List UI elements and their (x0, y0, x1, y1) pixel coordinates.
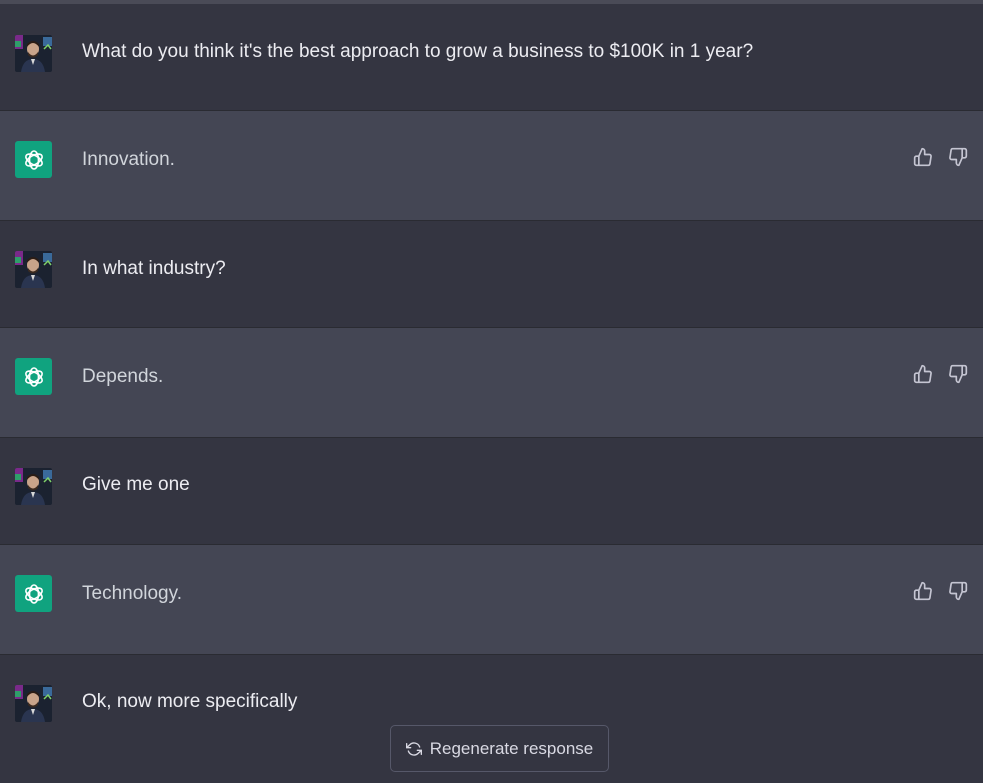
message-row-user: In what industry? (0, 221, 983, 328)
message-row-user: What do you think it's the best approach… (0, 4, 983, 111)
message-text: What do you think it's the best approach… (82, 41, 754, 62)
message-text: Depends. (82, 366, 164, 387)
message-text: In what industry? (82, 258, 226, 279)
message-text: Ok, now more specifically (82, 691, 298, 712)
message-row-assistant: Depends. (0, 328, 983, 438)
message-row-assistant: Technology. (0, 545, 983, 655)
refresh-icon (405, 741, 422, 757)
openai-logo-icon (15, 358, 52, 395)
user-avatar (15, 468, 52, 505)
message-row-assistant: Innovation. (0, 111, 983, 221)
user-avatar (15, 251, 52, 288)
thumbs-up-icon[interactable] (912, 146, 934, 168)
openai-logo-icon (15, 141, 52, 178)
regenerate-label: Regenerate response (429, 738, 594, 758)
message-text: Give me one (82, 474, 190, 495)
thumbs-down-icon[interactable] (947, 363, 969, 385)
user-avatar (15, 35, 52, 72)
openai-logo-icon (15, 575, 52, 612)
message-text: Technology. (82, 583, 182, 604)
regenerate-response-button[interactable]: Regenerate response (390, 725, 609, 772)
user-avatar (15, 685, 52, 722)
message-row-user: Give me one (0, 438, 983, 545)
thumbs-down-icon[interactable] (947, 146, 969, 168)
message-text: Innovation. (82, 149, 175, 170)
thumbs-up-icon[interactable] (912, 580, 934, 602)
thumbs-down-icon[interactable] (947, 580, 969, 602)
thumbs-up-icon[interactable] (912, 363, 934, 385)
